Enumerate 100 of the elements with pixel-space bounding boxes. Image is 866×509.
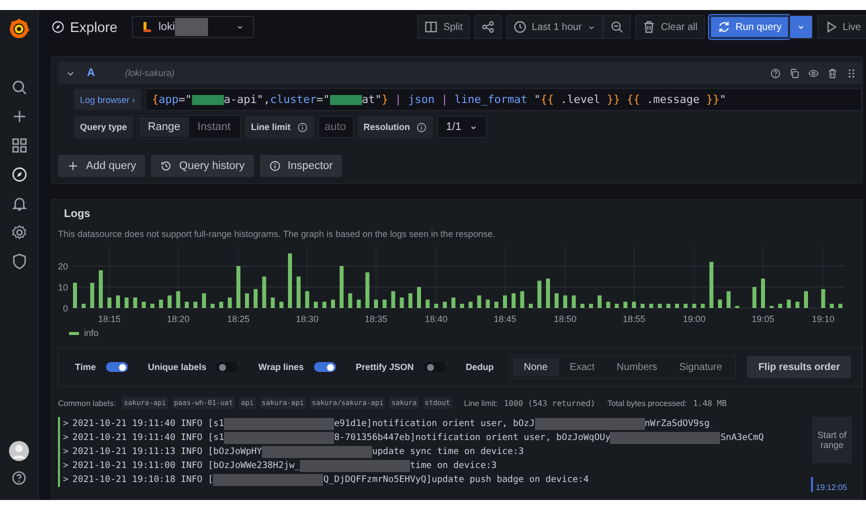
bar bbox=[770, 306, 774, 308]
info-icon[interactable] bbox=[296, 122, 308, 132]
bar bbox=[726, 291, 731, 308]
bar bbox=[254, 289, 258, 308]
compass-icon[interactable] bbox=[10, 166, 28, 183]
bar bbox=[374, 300, 378, 308]
category-label: 19:05 bbox=[752, 314, 774, 324]
search-icon[interactable] bbox=[10, 79, 28, 96]
line-limit-label: Line limit: bbox=[464, 398, 498, 408]
bar bbox=[340, 266, 344, 308]
avatar[interactable] bbox=[9, 441, 29, 461]
eye-icon[interactable] bbox=[808, 68, 819, 78]
split-button[interactable]: Split bbox=[417, 15, 470, 39]
toggle-label: Wrap lines bbox=[258, 362, 304, 372]
shield-icon[interactable] bbox=[10, 253, 28, 270]
bar bbox=[838, 304, 842, 308]
query-input[interactable]: {app=" a-api",cluster=" at"} | json | line_format "{{ .level }} {{ .message }}" bbox=[145, 88, 862, 111]
bar bbox=[666, 304, 670, 308]
settings-icon[interactable] bbox=[10, 224, 28, 241]
info-icon[interactable] bbox=[416, 122, 428, 132]
logo-icon[interactable] bbox=[8, 18, 30, 40]
bytes-label: Total bytes processed: bbox=[607, 398, 687, 408]
dedup-option[interactable]: None bbox=[512, 358, 559, 376]
bar bbox=[142, 302, 146, 308]
dedup-option[interactable]: Exact bbox=[558, 358, 606, 376]
bar bbox=[184, 302, 189, 308]
bell-icon[interactable] bbox=[10, 195, 28, 212]
bar bbox=[460, 304, 464, 308]
toggle-label: Prettify JSON bbox=[356, 362, 414, 372]
run-menu-button[interactable] bbox=[788, 15, 813, 39]
toggle-switch[interactable] bbox=[424, 362, 446, 372]
clear-all-button[interactable]: Clear all bbox=[634, 15, 704, 39]
bar bbox=[752, 287, 756, 308]
category-label: 18:15 bbox=[98, 314, 121, 324]
bar bbox=[314, 302, 318, 308]
dedup-label: Dedup bbox=[466, 362, 494, 372]
bar bbox=[382, 300, 387, 308]
flip-results-button[interactable]: Flip results order bbox=[747, 356, 851, 378]
toggle-label: Time bbox=[75, 362, 96, 372]
time-range-picker[interactable]: Last 1 hour bbox=[506, 15, 603, 39]
bar bbox=[468, 302, 473, 308]
legend-label[interactable]: info bbox=[84, 328, 99, 338]
bar bbox=[528, 304, 533, 308]
query-type-option[interactable]: Instant bbox=[189, 117, 240, 137]
bar bbox=[572, 295, 576, 308]
bar bbox=[451, 298, 456, 308]
toggle-label: Unique labels bbox=[148, 362, 206, 372]
resolution-select[interactable]: 1/1 bbox=[437, 116, 488, 138]
bar bbox=[107, 298, 112, 308]
bar bbox=[546, 278, 550, 308]
bar bbox=[159, 300, 163, 308]
log-line[interactable]: > 2021-10-21 19:11:13 INFO [bOzJoWpHY update sync time on device:3 bbox=[58, 445, 802, 459]
datasource-picker[interactable]: loki bbox=[132, 16, 254, 38]
panel-title: Logs bbox=[64, 208, 92, 220]
bar bbox=[168, 295, 172, 308]
toggle-switch[interactable] bbox=[314, 362, 336, 372]
help-icon[interactable] bbox=[11, 470, 27, 486]
query-type-option[interactable]: Range bbox=[139, 117, 190, 137]
bar bbox=[778, 304, 782, 308]
log-line[interactable]: > 2021-10-21 19:11:00 INFO [bOzJoWWe238H2jw_ time on device:3 bbox=[58, 459, 802, 473]
log-line[interactable]: > 2021-10-21 19:10:18 INFO [ Q_DjDQFFzmrNo5EHVyQ]update push badge on device:4 bbox=[58, 473, 802, 487]
trash-icon bbox=[642, 20, 656, 34]
log-line[interactable]: > 2021-10-21 19:11:40 INFO [s1 8-701356b447eb]notification orient user, bOzJoWqOUy SnA3eCmQ bbox=[58, 431, 802, 445]
query-history-button[interactable]: Query history bbox=[151, 155, 254, 177]
bar bbox=[426, 300, 430, 308]
y-axis: 0 10 20 bbox=[58, 262, 68, 314]
live-button[interactable]: Live bbox=[816, 15, 866, 39]
bar bbox=[580, 304, 584, 308]
bar bbox=[219, 302, 224, 308]
notice-text: This datasource does not support full-range histograms. The graph is based on the logs seen in the response. bbox=[58, 229, 496, 239]
bar bbox=[649, 304, 654, 308]
zoom-button[interactable] bbox=[602, 15, 631, 39]
zoom-out-icon bbox=[610, 20, 624, 34]
toggle-switch[interactable] bbox=[216, 362, 238, 372]
compass-icon bbox=[51, 20, 65, 34]
run-query-button[interactable]: Run query bbox=[708, 15, 790, 39]
bar bbox=[279, 302, 284, 308]
log-line[interactable]: > 2021-10-21 19:11:40 INFO [s1 e91d1e]notification orient user, bOzJ nWrZaSdOV9sg bbox=[58, 417, 802, 431]
bar bbox=[804, 291, 808, 308]
inspector-button[interactable]: Inspector bbox=[260, 155, 342, 177]
page-title: Explore bbox=[70, 19, 118, 35]
dedup-option[interactable]: Numbers bbox=[606, 358, 668, 376]
trash-icon[interactable] bbox=[827, 68, 838, 78]
bar bbox=[554, 293, 559, 308]
line-limit-field[interactable]: auto bbox=[318, 116, 354, 138]
drag-handle-icon[interactable] bbox=[846, 68, 857, 78]
toggle-switch[interactable] bbox=[106, 362, 128, 372]
log-browser-button[interactable]: Log browser › bbox=[74, 89, 142, 110]
grid-icon[interactable] bbox=[10, 137, 28, 154]
bar bbox=[684, 304, 688, 308]
bar bbox=[365, 272, 370, 308]
start-of-range-button[interactable]: Start of range bbox=[812, 417, 852, 463]
share-button[interactable] bbox=[474, 15, 502, 39]
dedup-option[interactable]: Signature bbox=[668, 358, 734, 376]
help-icon[interactable] bbox=[770, 68, 781, 78]
bar bbox=[245, 293, 249, 308]
copy-icon[interactable] bbox=[789, 68, 800, 78]
add-query-button[interactable]: Add query bbox=[58, 155, 146, 177]
category-label: 18:30 bbox=[296, 314, 318, 324]
bar bbox=[786, 300, 791, 308]
